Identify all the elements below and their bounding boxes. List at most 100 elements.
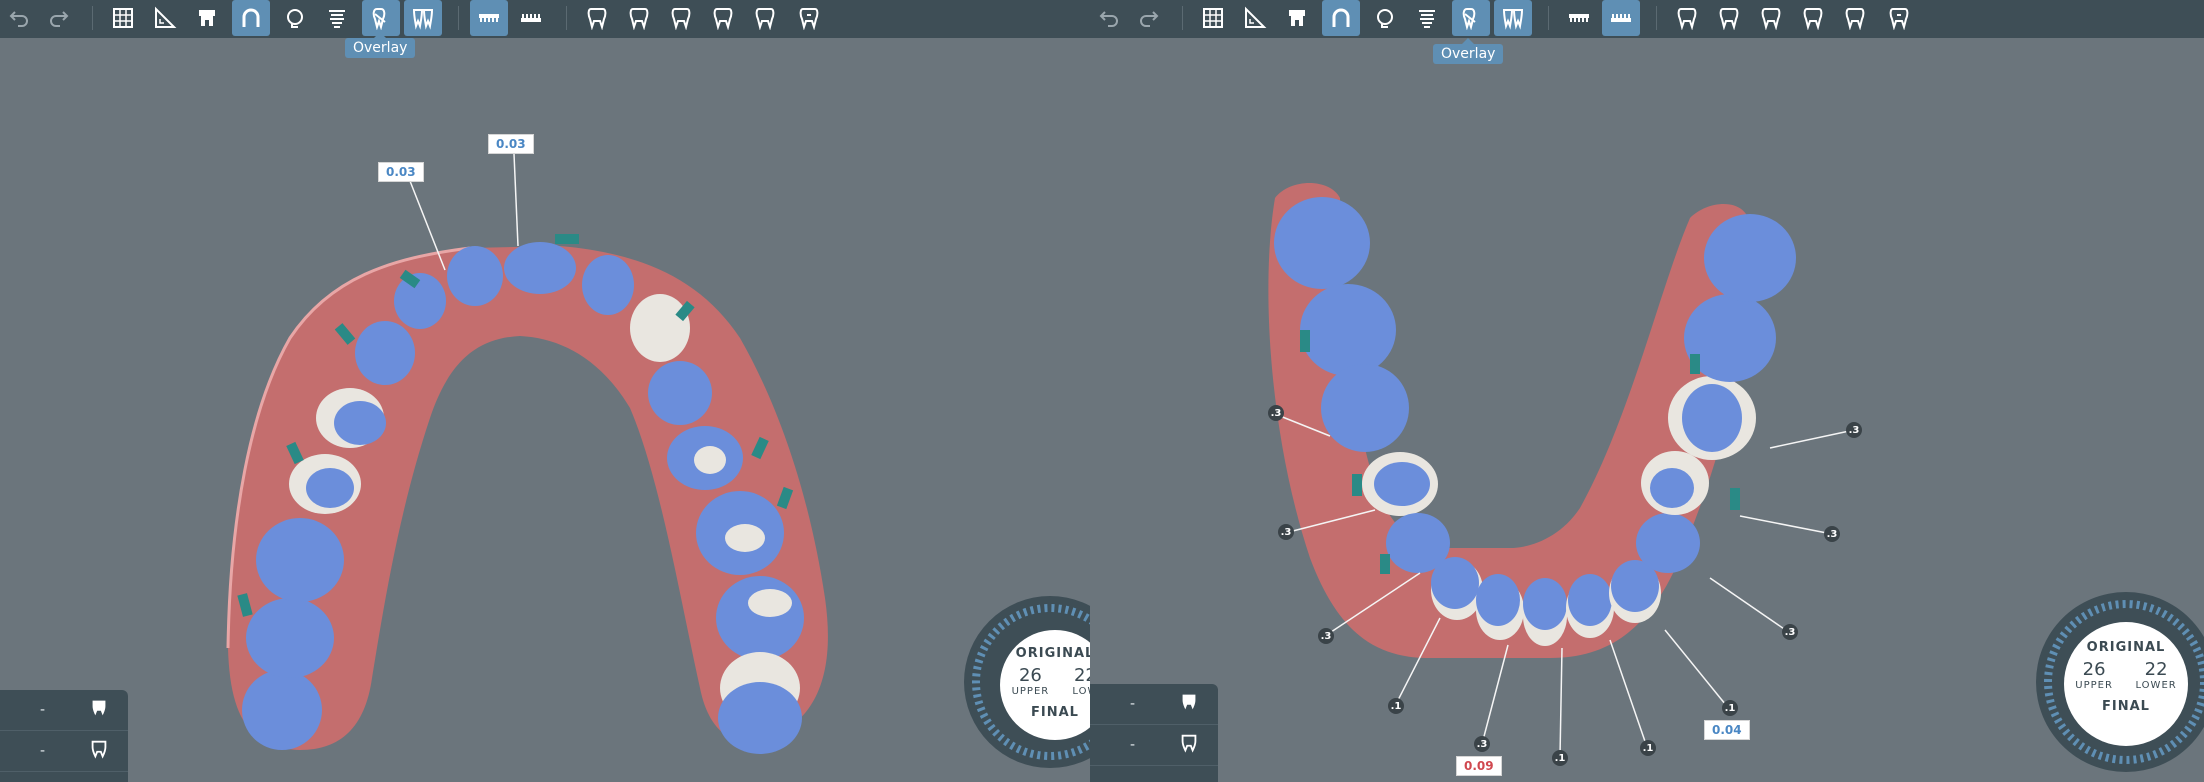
overlay-icon[interactable] [1452, 0, 1490, 36]
stage-dial[interactable]: ORIGINAL 26 UPPER 22 LOWER FINAL [2032, 584, 2204, 774]
ipr-tag[interactable]: .3 [1824, 526, 1840, 542]
ipr-tag[interactable]: .3 [1782, 624, 1798, 640]
superimpose-icon[interactable] [1494, 0, 1532, 36]
ipr-tag[interactable]: .3 [1474, 736, 1490, 752]
tooth[interactable] [1650, 468, 1694, 508]
tooth-view-icon[interactable] [1836, 0, 1874, 36]
ipr-tag[interactable]: 0.03 [488, 134, 534, 154]
toolbar-divider [1548, 6, 1549, 30]
tooth[interactable] [748, 589, 792, 617]
tooth[interactable] [1682, 384, 1742, 452]
tooth[interactable] [648, 361, 712, 425]
tooth[interactable] [1704, 214, 1796, 302]
tooth-view-icon[interactable] [704, 0, 742, 36]
tooth[interactable] [504, 242, 576, 294]
lower-label: LOWER [2135, 680, 2177, 691]
ipr-icon[interactable] [1408, 0, 1446, 36]
tooth[interactable] [242, 670, 322, 750]
tooth-view-icon[interactable] [1794, 0, 1832, 36]
tooth[interactable] [447, 246, 503, 306]
undo-icon[interactable] [0, 0, 38, 36]
right-jaw-list: - - [1090, 684, 1218, 782]
lower-jaw-row[interactable]: - [0, 731, 128, 772]
attachments-icon[interactable] [188, 0, 226, 36]
ipr-tag[interactable]: .3 [1268, 405, 1284, 421]
ipr-tag[interactable]: 0.03 [378, 162, 424, 182]
grid-icon[interactable] [104, 0, 142, 36]
tooth[interactable] [718, 682, 802, 754]
grid-icon[interactable] [1194, 0, 1232, 36]
ipr-tag[interactable]: .1 [1388, 698, 1404, 714]
tooth-view-icon[interactable] [790, 0, 828, 36]
tooth[interactable] [630, 294, 690, 362]
ipr-tag[interactable]: .1 [1640, 740, 1656, 756]
arch-icon[interactable] [232, 0, 270, 36]
tooth[interactable] [582, 255, 634, 315]
lower-jaw-row[interactable]: - [1090, 725, 1218, 766]
ipr-tag[interactable]: .3 [1318, 628, 1334, 644]
tooth-view-icon[interactable] [620, 0, 658, 36]
right-viewport[interactable]: Overlay .3 .3 .3 .1 .3 .1 .1 .1 .3 .3 .3… [1090, 0, 2204, 782]
stage-dial[interactable]: ORIGINAL 26UPPER 22LOW FINAL [960, 592, 1090, 772]
tooth[interactable] [355, 321, 415, 385]
head-icon[interactable] [276, 0, 314, 36]
tooth[interactable] [394, 273, 446, 329]
ipr-value-tag[interactable]: 0.04 [1704, 720, 1750, 740]
ruler-icon[interactable] [146, 0, 184, 36]
redo-icon[interactable] [40, 0, 78, 36]
left-jaw-model[interactable] [0, 38, 1090, 782]
ipr-tag[interactable]: .1 [1552, 750, 1568, 766]
upper-tooth-icon [1178, 691, 1200, 717]
ipr-tag[interactable]: .3 [1278, 524, 1294, 540]
redo-icon[interactable] [1130, 0, 1168, 36]
tooth[interactable] [1374, 462, 1430, 506]
upper-label: UPPER [1011, 686, 1050, 697]
ruler-icon[interactable] [1236, 0, 1274, 36]
ipr-icon[interactable] [318, 0, 356, 36]
tooth[interactable] [1476, 574, 1520, 626]
tooth[interactable] [716, 576, 804, 660]
tooth[interactable] [1321, 364, 1409, 452]
tooth-view-icon[interactable] [578, 0, 616, 36]
overlay-icon[interactable] [362, 0, 400, 36]
tooth[interactable] [334, 401, 386, 445]
tooth[interactable] [306, 468, 354, 508]
lower-count: 22 [1073, 665, 1090, 686]
tooth-view-icon[interactable] [746, 0, 784, 36]
upper-jaw-icon[interactable] [470, 0, 508, 36]
tooth-view-icon[interactable] [1710, 0, 1748, 36]
ipr-tag[interactable]: .1 [1722, 700, 1738, 716]
tooth[interactable] [725, 524, 765, 552]
tooth[interactable] [1523, 578, 1567, 630]
upper-tooth-icon [88, 697, 110, 723]
left-viewport[interactable]: Overlay 0.03 0.03 - - ORIGINAL 26 UPPER … [0, 0, 1090, 782]
attachments-icon[interactable] [1278, 0, 1316, 36]
lower-jaw-icon[interactable] [1602, 0, 1640, 36]
head-icon[interactable] [1366, 0, 1404, 36]
tooth-view-icon[interactable] [1880, 0, 1918, 36]
superimpose-icon[interactable] [404, 0, 442, 36]
tooth-view-icon[interactable] [662, 0, 700, 36]
tooth[interactable] [1568, 574, 1612, 626]
undo-icon[interactable] [1090, 0, 1128, 36]
ipr-leader-line [1481, 644, 1509, 745]
dial-face: ORIGINAL 26 UPPER 22 LOWER FINAL [2064, 622, 2188, 746]
tooth[interactable] [694, 446, 726, 474]
tooth[interactable] [246, 598, 334, 678]
tooth[interactable] [1636, 513, 1700, 573]
attachment [1352, 474, 1362, 496]
tooth-view-icon[interactable] [1752, 0, 1790, 36]
upper-jaw-icon[interactable] [1560, 0, 1598, 36]
upper-jaw-row[interactable]: - [0, 690, 128, 731]
tooth[interactable] [1274, 197, 1370, 289]
upper-jaw-row[interactable]: - [1090, 684, 1218, 725]
tooth[interactable] [1300, 284, 1396, 376]
ipr-value-tag[interactable]: 0.09 [1456, 756, 1502, 776]
upper-count: 26 [1018, 665, 1042, 686]
tooth-view-icon[interactable] [1668, 0, 1706, 36]
tooth[interactable] [1431, 557, 1479, 609]
lower-jaw-icon[interactable] [512, 0, 550, 36]
tooth[interactable] [256, 518, 344, 602]
ipr-tag[interactable]: .3 [1846, 422, 1862, 438]
arch-icon[interactable] [1322, 0, 1360, 36]
